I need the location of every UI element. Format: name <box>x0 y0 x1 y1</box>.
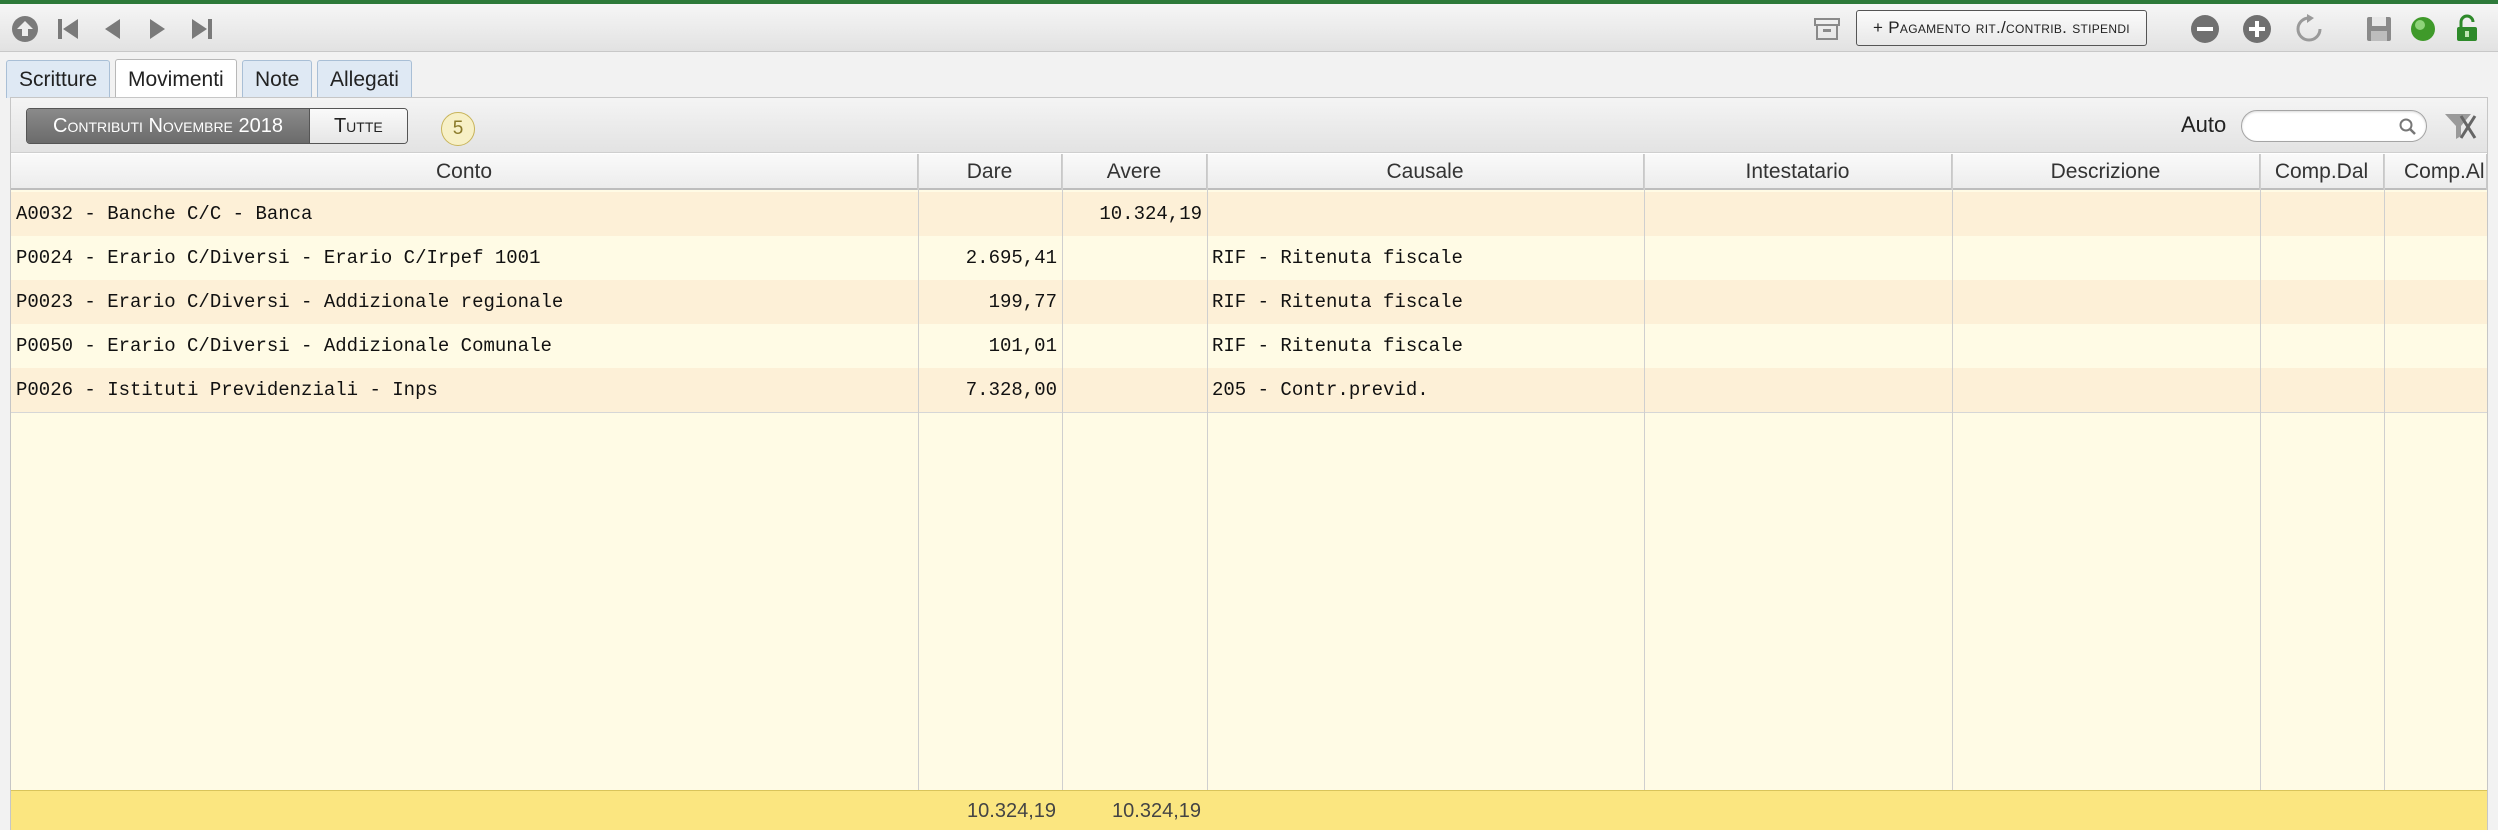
cell-comp-al <box>2384 236 2487 280</box>
cell-intestatario <box>1644 324 1952 368</box>
period-segmented-control: Contributi Novembre 2018 Tutte <box>26 108 408 144</box>
count-badge: 5 <box>441 112 475 146</box>
cell-comp-dal <box>2260 324 2384 368</box>
tab-note[interactable]: Note <box>242 60 313 98</box>
column-intestatario[interactable]: Intestatario <box>1644 154 1952 190</box>
cell-conto: P0026 - Istituti Previdenziali - Inps <box>16 379 438 401</box>
column-divider <box>1062 154 1063 830</box>
cell-comp-al <box>2384 324 2487 368</box>
column-dare[interactable]: Dare <box>918 154 1062 190</box>
save-icon[interactable] <box>2362 12 2396 46</box>
toolbar: + Pagamento rit./contrib. stipendi <box>0 4 2498 52</box>
cell-comp-al <box>2384 368 2487 412</box>
cell-dare: 101,01 <box>988 335 1057 357</box>
cell-comp-dal <box>2260 368 2384 412</box>
cell-causale <box>1207 192 1644 236</box>
cell-causale: RIF - Ritenuta fiscale <box>1212 335 1463 357</box>
remove-icon[interactable] <box>2188 12 2222 46</box>
archive-icon[interactable] <box>1810 12 1844 46</box>
column-divider <box>1952 154 1953 830</box>
cell-avere <box>1062 236 1207 280</box>
cell-dare: 7.328,00 <box>965 379 1057 401</box>
column-divider <box>1644 154 1645 830</box>
add-icon[interactable] <box>2240 12 2274 46</box>
cell-intestatario <box>1644 236 1952 280</box>
cell-comp-al <box>2384 192 2487 236</box>
last-record-icon[interactable] <box>184 12 218 46</box>
column-descrizione[interactable]: Descrizione <box>1952 154 2260 190</box>
column-comp-dal[interactable]: Comp.Dal <box>2260 154 2384 190</box>
cell-descrizione <box>1952 324 2260 368</box>
tab-scritture[interactable]: Scritture <box>6 60 111 98</box>
column-causale[interactable]: Causale <box>1207 154 1644 190</box>
cell-causale: RIF - Ritenuta fiscale <box>1212 247 1463 269</box>
previous-record-icon[interactable] <box>96 12 130 46</box>
table-row[interactable]: A0032 - Banche C/C - Banca 10.324,19 <box>11 192 2487 236</box>
unlock-icon[interactable] <box>2450 12 2484 46</box>
home-icon[interactable] <box>8 12 42 46</box>
cell-comp-dal <box>2260 280 2384 324</box>
rows-end-divider <box>11 412 2487 413</box>
cell-conto: A0032 - Banche C/C - Banca <box>16 203 313 225</box>
first-record-icon[interactable] <box>52 12 86 46</box>
cell-causale: 205 - Contr.previd. <box>1212 379 1429 401</box>
cell-descrizione <box>1952 368 2260 412</box>
table-row[interactable]: P0026 - Istituti Previdenziali - Inps 7.… <box>11 368 2487 412</box>
segment-tutte[interactable]: Tutte <box>308 109 407 143</box>
movements-table: Conto Dare Avere Causale Intestatario De… <box>11 154 2487 830</box>
cell-dare: 199,77 <box>988 291 1057 313</box>
cell-comp-dal <box>2260 192 2384 236</box>
clear-filter-icon[interactable] <box>2441 108 2477 144</box>
totals-row: 10.324,19 10.324,19 <box>11 790 2487 830</box>
cell-comp-dal <box>2260 236 2384 280</box>
table-row[interactable]: P0050 - Erario C/Diversi - Addizionale C… <box>11 324 2487 368</box>
cell-intestatario <box>1644 192 1952 236</box>
search-input[interactable] <box>2254 111 2404 141</box>
table-header: Conto Dare Avere Causale Intestatario De… <box>11 154 2487 190</box>
cell-descrizione <box>1952 236 2260 280</box>
pagamento-button[interactable]: + Pagamento rit./contrib. stipendi <box>1856 10 2147 46</box>
column-avere[interactable]: Avere <box>1062 154 1207 190</box>
search-icon <box>2399 118 2416 135</box>
next-record-icon[interactable] <box>140 12 174 46</box>
refresh-icon[interactable] <box>2292 12 2326 46</box>
cell-avere: 10.324,19 <box>1099 203 1202 225</box>
total-avere: 10.324,19 <box>1112 799 1201 822</box>
table-row[interactable]: P0024 - Erario C/Diversi - Erario C/Irpe… <box>11 236 2487 280</box>
cell-avere <box>1062 324 1207 368</box>
cell-dare: 2.695,41 <box>965 247 1057 269</box>
movimenti-panel: Contributi Novembre 2018 Tutte 5 Auto Co… <box>10 97 2488 830</box>
cell-intestatario <box>1644 368 1952 412</box>
filter-bar: Contributi Novembre 2018 Tutte 5 Auto <box>11 98 2487 153</box>
total-dare: 10.324,19 <box>967 799 1056 822</box>
cell-intestatario <box>1644 280 1952 324</box>
segment-contributi-novembre[interactable]: Contributi Novembre 2018 <box>27 109 309 143</box>
column-divider <box>1207 154 1208 830</box>
cell-causale: RIF - Ritenuta fiscale <box>1212 291 1463 313</box>
table-row[interactable]: P0023 - Erario C/Diversi - Addizionale r… <box>11 280 2487 324</box>
search-field <box>2241 110 2427 142</box>
column-comp-al[interactable]: Comp.Al <box>2384 154 2487 190</box>
column-divider <box>2260 154 2261 830</box>
cell-conto: P0050 - Erario C/Diversi - Addizionale C… <box>16 335 552 357</box>
cell-avere <box>1062 280 1207 324</box>
column-divider <box>2384 154 2385 830</box>
auto-label: Auto <box>2181 112 2227 137</box>
column-divider <box>918 154 919 830</box>
tab-allegati[interactable]: Allegati <box>317 60 412 98</box>
cell-conto: P0023 - Erario C/Diversi - Addizionale r… <box>16 291 564 313</box>
cell-descrizione <box>1952 192 2260 236</box>
cell-descrizione <box>1952 280 2260 324</box>
cell-dare <box>918 192 1062 236</box>
tab-bar: Scritture Movimenti Note Allegati <box>0 52 2498 99</box>
cell-comp-al <box>2384 280 2487 324</box>
table-body: A0032 - Banche C/C - Banca 10.324,19 P00… <box>11 192 2487 788</box>
status-icon <box>2406 12 2440 46</box>
cell-conto: P0024 - Erario C/Diversi - Erario C/Irpe… <box>16 247 541 269</box>
column-conto[interactable]: Conto <box>11 154 918 190</box>
cell-avere <box>1062 368 1207 412</box>
tab-movimenti[interactable]: Movimenti <box>115 59 237 99</box>
